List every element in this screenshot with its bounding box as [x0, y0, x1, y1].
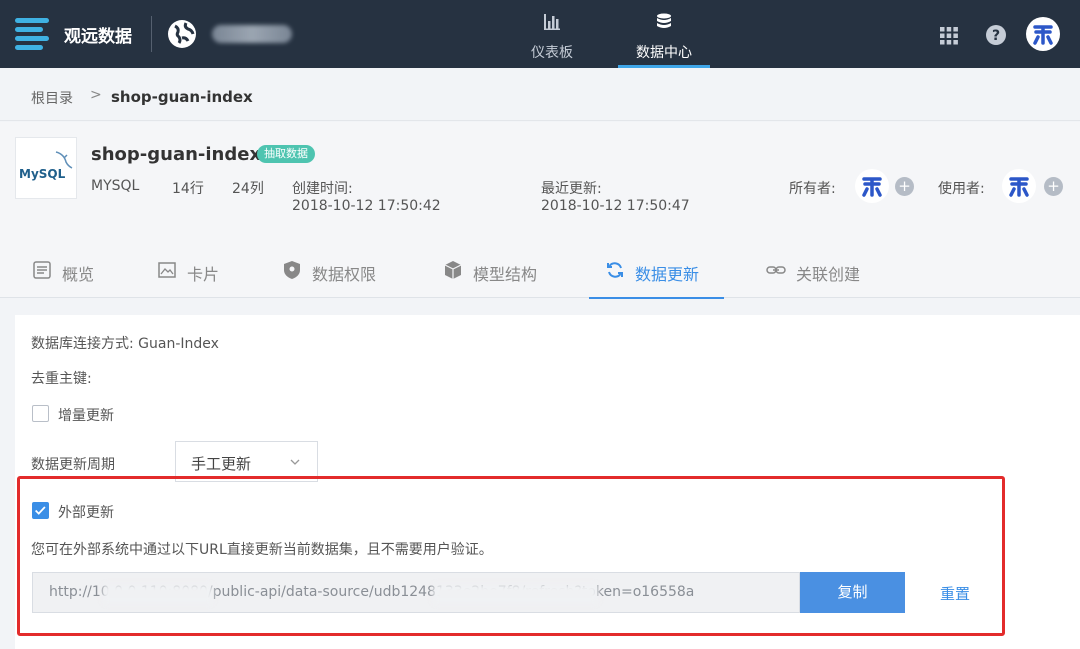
update-cycle-value: 手工更新 — [191, 455, 252, 473]
mysql-logo-text: MySQL — [19, 167, 66, 181]
incremental-update-label: 增量更新 — [58, 408, 114, 424]
update-cycle-label: 数据更新周期 — [31, 457, 115, 473]
tab-label: 数据权限 — [312, 265, 377, 284]
reset-token-link[interactable]: 重置 — [940, 583, 970, 604]
external-update-label: 外部更新 — [58, 505, 114, 521]
tab-label: 数据更新 — [635, 265, 700, 284]
top-navbar: 观远数据 仪表板 数据中心 ? — [0, 0, 1080, 68]
apps-grid-icon[interactable] — [938, 24, 960, 46]
tab-label: 概览 — [62, 265, 95, 284]
user-avatar[interactable] — [1002, 169, 1036, 203]
row-count: 14行 — [172, 181, 204, 197]
breadcrumb-root-link[interactable]: 根目录 — [31, 88, 73, 108]
tab-label: 卡片 — [187, 265, 220, 284]
shield-icon — [284, 261, 300, 279]
link-icon — [766, 266, 786, 274]
tab-label: 关联创建 — [796, 265, 861, 284]
owner-avatar[interactable] — [855, 169, 889, 203]
refresh-icon — [607, 262, 623, 278]
cube-icon — [444, 261, 462, 279]
dedup-key-label: 去重主键: — [31, 371, 92, 387]
url-redaction — [433, 584, 598, 604]
created-value: 2018-10-12 17:50:42 — [292, 198, 441, 214]
globe-icon[interactable] — [166, 18, 198, 50]
help-icon[interactable]: ? — [985, 24, 1007, 46]
breadcrumb-current: shop-guan-index — [111, 88, 253, 106]
data-update-panel: 数据库连接方式: Guan-Index 去重主键: 增量更新 数据更新周期 手工… — [15, 315, 1080, 649]
add-owner-button[interactable]: + — [895, 177, 914, 196]
tab-data-update[interactable]: 数据更新 — [589, 244, 724, 299]
svg-text:?: ? — [992, 28, 1000, 44]
card-image-icon — [158, 262, 176, 278]
topbar-divider — [151, 16, 152, 52]
breadcrumb: 根目录 > shop-guan-index — [0, 68, 1080, 121]
database-icon — [657, 13, 671, 28]
db-type: MYSQL — [91, 178, 140, 194]
created-label: 创建时间: — [292, 181, 353, 197]
url-redaction — [103, 584, 213, 604]
bar-chart-icon — [544, 14, 560, 30]
external-update-description: 您可在外部系统中通过以下URL直接更新当前数据集，且不需要用户验证。 — [31, 542, 493, 558]
dataset-type-badge: 抽取数据 — [257, 145, 315, 163]
incremental-update-checkbox[interactable] — [32, 405, 49, 422]
dataset-title: shop-guan-index — [91, 144, 262, 165]
breadcrumb-separator: > — [90, 87, 102, 103]
connection-method: 数据库连接方式: Guan-Index — [31, 336, 219, 352]
active-tab-underline — [589, 297, 724, 299]
external-update-checkbox[interactable] — [32, 502, 49, 519]
workspace-name-blurred[interactable] — [212, 25, 292, 43]
user-avatar-icon[interactable] — [1026, 17, 1060, 51]
app-brand-name[interactable]: 观远数据 — [64, 22, 132, 47]
checkmark-icon — [35, 506, 46, 515]
nav-tab-label: 数据中心 — [636, 45, 692, 61]
nav-tab-dashboard[interactable]: 仪表板 — [506, 0, 598, 68]
nav-tab-data-center[interactable]: 数据中心 — [618, 0, 710, 68]
overview-icon — [33, 261, 51, 279]
dataset-header: MySQL shop-guan-index 抽取数据 MYSQL 14行 24列… — [0, 122, 1080, 299]
mysql-logo-icon: MySQL — [15, 137, 77, 199]
hamburger-menu-icon[interactable] — [15, 16, 49, 50]
column-count: 24列 — [232, 181, 264, 197]
owner-label: 所有者: — [789, 181, 836, 197]
copy-url-button[interactable]: 复制 — [800, 572, 905, 613]
nav-tab-label: 仪表板 — [531, 45, 573, 61]
updated-value: 2018-10-12 17:50:47 — [541, 198, 690, 214]
user-label: 使用者: — [938, 181, 985, 197]
refresh-url-field[interactable]: http://10.0.0.110:8080/public-api/data-s… — [32, 572, 800, 613]
chevron-down-icon — [290, 459, 300, 465]
add-user-button[interactable]: + — [1044, 177, 1063, 196]
updated-label: 最近更新: — [541, 181, 602, 197]
tab-label: 模型结构 — [473, 265, 538, 284]
